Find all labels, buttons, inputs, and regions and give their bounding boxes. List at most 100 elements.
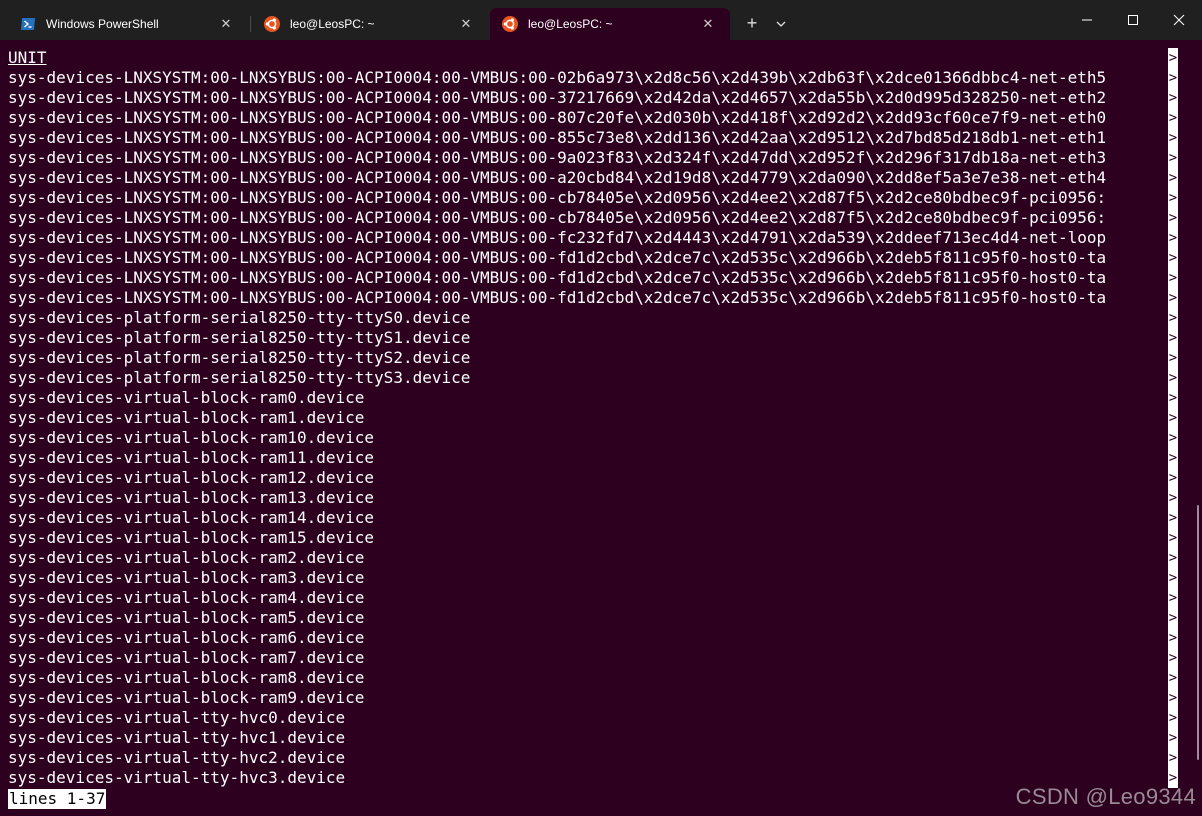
watermark: CSDN @Leo9344 [1015,784,1196,809]
close-icon [1173,14,1185,26]
minimize-button[interactable] [1064,0,1110,40]
unit-row: sys-devices-virtual-block-ram4.device > [8,588,1178,608]
truncation-marker: > [1168,408,1178,428]
pager-status: lines 1-37 [8,789,107,809]
tab-title: leo@LeosPC: ~ [528,17,613,31]
unit-name: sys-devices-virtual-block-ram9.device [8,688,365,707]
tab-dropdown-button[interactable] [770,12,792,36]
truncation-marker: > [1168,208,1178,228]
truncation-marker: > [1168,588,1178,608]
unit-name: sys-devices-LNXSYSTM:00-LNXSYBUS:00-ACPI… [8,108,1107,127]
unit-row: sys-devices-virtual-block-ram7.device > [8,648,1178,668]
unit-row: sys-devices-virtual-block-ram14.device > [8,508,1178,528]
truncation-marker: > [1168,668,1178,688]
unit-row: sys-devices-LNXSYSTM:00-LNXSYBUS:00-ACPI… [8,148,1178,168]
unit-name: sys-devices-virtual-block-ram2.device [8,548,365,567]
terminal-lines: UNIT > sys-devices-LNXSYSTM:00-LNXSYBUS:… [8,48,1178,788]
unit-name: sys-devices-virtual-block-ram3.device [8,568,365,587]
powershell-icon [20,16,36,32]
truncation-marker: > [1168,688,1178,708]
header-text: UNIT [8,48,47,67]
chevron-down-icon [776,21,786,27]
truncation-marker: > [1168,488,1178,508]
unit-row: sys-devices-LNXSYSTM:00-LNXSYBUS:00-ACPI… [8,248,1178,268]
unit-row: sys-devices-virtual-tty-hvc3.device > [8,768,1178,788]
unit-row: sys-devices-LNXSYSTM:00-LNXSYBUS:00-ACPI… [8,128,1178,148]
truncation-marker: > [1168,468,1178,488]
unit-row: sys-devices-virtual-block-ram8.device > [8,668,1178,688]
tab-windows-powershell[interactable]: Windows PowerShell ✕ [8,8,248,40]
unit-name: sys-devices-LNXSYSTM:00-LNXSYBUS:00-ACPI… [8,88,1107,107]
close-window-button[interactable] [1156,0,1202,40]
unit-name: sys-devices-LNXSYSTM:00-LNXSYBUS:00-ACPI… [8,248,1107,267]
unit-name: sys-devices-LNXSYSTM:00-LNXSYBUS:00-ACPI… [8,168,1107,187]
maximize-button[interactable] [1110,0,1156,40]
close-icon[interactable]: ✕ [700,16,716,32]
unit-row: sys-devices-virtual-block-ram13.device > [8,488,1178,508]
truncation-marker: > [1168,508,1178,528]
unit-row: sys-devices-virtual-block-ram3.device > [8,568,1178,588]
truncation-marker: > [1168,528,1178,548]
ubuntu-icon [264,16,280,32]
unit-name: sys-devices-LNXSYSTM:00-LNXSYBUS:00-ACPI… [8,68,1107,87]
truncation-marker: > [1168,288,1178,308]
truncation-marker: > [1168,568,1178,588]
unit-row: sys-devices-LNXSYSTM:00-LNXSYBUS:00-ACPI… [8,168,1178,188]
ubuntu-icon [502,16,518,32]
unit-row: sys-devices-virtual-block-ram11.device > [8,448,1178,468]
unit-name: sys-devices-LNXSYSTM:00-LNXSYBUS:00-ACPI… [8,128,1107,147]
unit-row: sys-devices-virtual-block-ram0.device > [8,388,1178,408]
truncation-marker: > [1168,348,1178,368]
close-icon[interactable]: ✕ [218,16,234,32]
unit-row: sys-devices-virtual-tty-hvc0.device > [8,708,1178,728]
close-icon[interactable]: ✕ [458,16,474,32]
unit-name: sys-devices-virtual-block-ram4.device [8,588,365,607]
unit-name: sys-devices-virtual-block-ram10.device [8,428,375,447]
unit-name: sys-devices-virtual-block-ram6.device [8,628,365,647]
unit-name: sys-devices-virtual-block-ram7.device [8,648,365,667]
unit-row: sys-devices-LNXSYSTM:00-LNXSYBUS:00-ACPI… [8,68,1178,88]
unit-name: sys-devices-virtual-block-ram11.device [8,448,375,467]
unit-row: sys-devices-virtual-block-ram5.device > [8,608,1178,628]
tab-title: Windows PowerShell [46,17,159,31]
unit-row: sys-devices-virtual-block-ram1.device > [8,408,1178,428]
truncation-marker: > [1168,188,1178,208]
unit-row: sys-devices-LNXSYSTM:00-LNXSYBUS:00-ACPI… [8,228,1178,248]
scrollbar-thumb[interactable] [1197,505,1199,760]
truncation-marker: > [1168,728,1178,748]
tab-title: leo@LeosPC: ~ [290,17,375,31]
truncation-marker: > [1168,388,1178,408]
truncation-marker: > [1168,68,1178,88]
unit-row: sys-devices-virtual-block-ram9.device > [8,688,1178,708]
truncation-marker: > [1168,648,1178,668]
column-header: UNIT > [8,48,1178,68]
unit-name: sys-devices-LNXSYSTM:00-LNXSYBUS:00-ACPI… [8,188,1107,207]
unit-row: sys-devices-LNXSYSTM:00-LNXSYBUS:00-ACPI… [8,88,1178,108]
maximize-icon [1128,15,1138,25]
unit-row: sys-devices-virtual-block-ram10.device > [8,428,1178,448]
truncation-marker: > [1168,128,1178,148]
unit-name: sys-devices-LNXSYSTM:00-LNXSYBUS:00-ACPI… [8,208,1107,227]
truncation-marker: > [1168,428,1178,448]
unit-name: sys-devices-LNXSYSTM:00-LNXSYBUS:00-ACPI… [8,228,1107,247]
tab-leo-ubuntu-1[interactable]: leo@LeosPC: ~ ✕ [252,8,488,40]
unit-name: sys-devices-virtual-block-ram8.device [8,668,365,687]
unit-name: sys-devices-LNXSYSTM:00-LNXSYBUS:00-ACPI… [8,268,1107,287]
unit-name: sys-devices-platform-serial8250-tty-ttyS… [8,328,471,347]
tab-leo-ubuntu-2[interactable]: leo@LeosPC: ~ ✕ [490,8,730,40]
unit-name: sys-devices-platform-serial8250-tty-ttyS… [8,348,471,367]
truncation-marker: > [1168,308,1178,328]
tab-separator [250,16,251,32]
truncation-marker: > [1168,268,1178,288]
truncation-marker: > [1168,148,1178,168]
truncation-marker: > [1168,248,1178,268]
truncation-marker: > [1168,328,1178,348]
unit-name: sys-devices-virtual-tty-hvc0.device [8,708,346,727]
unit-row: sys-devices-virtual-block-ram2.device > [8,548,1178,568]
terminal-output[interactable]: UNIT > sys-devices-LNXSYSTM:00-LNXSYBUS:… [0,40,1202,816]
unit-name: sys-devices-platform-serial8250-tty-ttyS… [8,308,471,327]
truncation-marker: > [1168,168,1178,188]
unit-name: sys-devices-virtual-tty-hvc3.device [8,768,346,787]
new-tab-button[interactable]: + [740,12,764,36]
terminal-window: Windows PowerShell ✕ leo@LeosPC: ~ ✕ leo… [0,0,1202,816]
